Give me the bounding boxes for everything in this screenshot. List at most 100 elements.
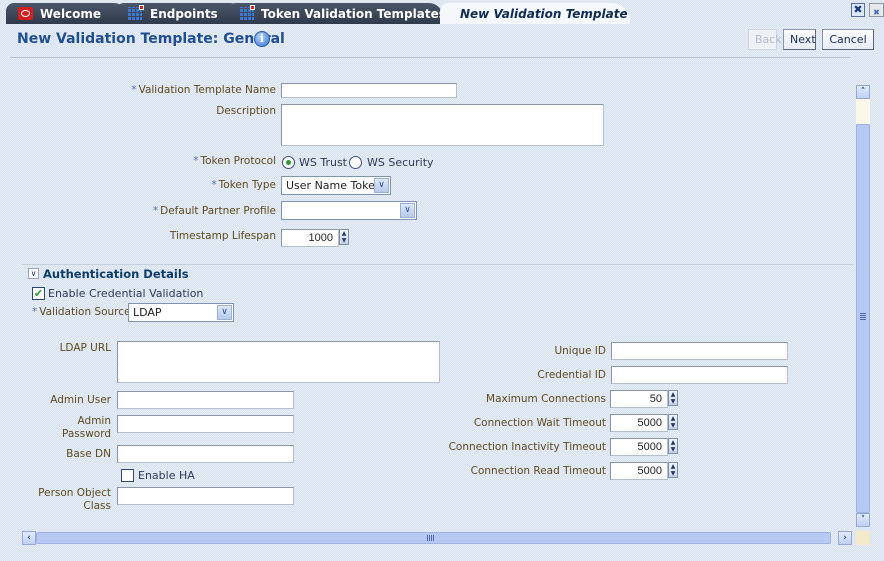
ws-trust-radio[interactable]	[282, 156, 295, 169]
cancel-button[interactable]: Cancel	[822, 29, 874, 50]
tab-label: New Validation Template	[460, 6, 628, 21]
scroll-left-button[interactable]: ‹	[22, 531, 36, 545]
chevron-down-icon[interactable]: ∨	[400, 203, 415, 218]
spin-up-icon[interactable]: ▲	[669, 439, 677, 446]
partner-profile-select[interactable]: ∨	[281, 201, 417, 220]
person-object-class-label: Person Object Class	[38, 487, 111, 513]
spin-down-icon[interactable]: ▼	[669, 446, 677, 453]
label-text: Admin	[77, 415, 111, 427]
max-connections-label: Maximum Connections	[486, 393, 606, 405]
section-title-authentication: Authentication Details	[43, 267, 189, 281]
label-text: Class	[83, 500, 111, 512]
enable-credential-validation-label: Enable Credential Validation	[48, 287, 204, 300]
required-icon: *	[193, 155, 199, 167]
tab-welcome[interactable]: Welcome	[6, 3, 128, 24]
label-text: Person Object	[38, 487, 111, 499]
spin-down-icon[interactable]: ▼	[340, 237, 348, 244]
admin-password-label: Admin Password	[62, 415, 111, 441]
close-all-icon[interactable]: ✖	[869, 3, 884, 17]
person-object-class-input[interactable]	[117, 487, 294, 505]
scroll-down-button[interactable]: ˅	[856, 513, 870, 527]
close-tab-icon[interactable]: ✖	[851, 3, 865, 17]
tab-bar: Welcome Endpoints Token Validation Templ…	[0, 0, 884, 24]
admin-password-input[interactable]	[117, 415, 294, 433]
credential-id-input[interactable]	[611, 366, 788, 384]
token-type-label: * Token Type	[211, 179, 276, 191]
ldap-url-input[interactable]	[117, 341, 440, 383]
info-icon[interactable]: i	[254, 31, 270, 47]
scroll-right-button[interactable]: ›	[838, 531, 852, 545]
ws-security-label: WS Security	[367, 156, 434, 169]
header-divider	[10, 57, 850, 58]
enable-ha-checkbox[interactable]	[121, 469, 134, 482]
grid-icon	[240, 4, 255, 21]
max-connections-spinner[interactable]: ▲ ▼	[668, 390, 678, 406]
tab-label: Token Validation Templates	[261, 6, 446, 21]
token-type-select[interactable]: User Name Token ∨	[281, 176, 391, 195]
grip-icon	[860, 313, 866, 320]
scrollbar-corner	[856, 531, 870, 545]
base-dn-input[interactable]	[117, 445, 294, 463]
enable-ha-label: Enable HA	[138, 469, 195, 482]
spin-up-icon[interactable]: ▲	[669, 415, 677, 422]
read-timeout-spinner[interactable]: ▲ ▼	[668, 462, 678, 478]
spin-down-icon[interactable]: ▼	[669, 398, 677, 405]
grip-icon	[427, 535, 434, 541]
ws-security-radio[interactable]	[349, 156, 362, 169]
vertical-scrollbar-thumb[interactable]	[856, 124, 870, 513]
next-button[interactable]: Next	[783, 29, 816, 50]
credential-id-label: Credential ID	[537, 369, 606, 381]
spin-down-icon[interactable]: ▼	[669, 470, 677, 477]
base-dn-label: Base DN	[66, 448, 111, 460]
required-icon: *	[32, 306, 38, 318]
ws-trust-label: WS Trust	[299, 156, 347, 169]
token-protocol-label: * Token Protocol	[193, 155, 276, 167]
chevron-down-icon[interactable]: ∨	[374, 178, 389, 193]
tab-new-validation-template[interactable]: New Validation Template	[440, 3, 630, 24]
label-text: Password	[61, 428, 111, 440]
partner-profile-label: * Default Partner Profile	[153, 205, 276, 217]
spin-up-icon[interactable]: ▲	[669, 463, 677, 470]
label-text: Validation Template Name	[138, 84, 276, 96]
token-type-value: User Name Token	[286, 179, 382, 192]
timestamp-lifespan-input[interactable]	[281, 229, 339, 247]
validation-source-select[interactable]: LDAP ∨	[128, 303, 234, 322]
label-text: Token Protocol	[200, 155, 276, 167]
description-label: Description	[216, 105, 276, 117]
section-divider	[22, 264, 853, 265]
ldap-url-label: LDAP URL	[59, 342, 111, 354]
read-timeout-input[interactable]	[610, 462, 668, 480]
template-name-label: * Validation Template Name	[131, 84, 276, 96]
required-icon: *	[131, 84, 137, 96]
admin-user-input[interactable]	[117, 391, 294, 409]
validation-source-label: * Validation Source	[32, 306, 131, 318]
tab-endpoints[interactable]: Endpoints	[116, 3, 244, 24]
spin-up-icon[interactable]: ▲	[340, 230, 348, 237]
description-input[interactable]	[281, 104, 604, 146]
vertical-scroll-track[interactable]	[856, 99, 870, 124]
chevron-down-icon[interactable]: ∨	[217, 305, 232, 320]
wait-timeout-input[interactable]	[610, 414, 668, 432]
enable-credential-validation-checkbox[interactable]: ✔	[32, 287, 45, 300]
spin-up-icon[interactable]: ▲	[669, 391, 677, 398]
page-title: New Validation Template: General	[17, 31, 285, 47]
label-text: Token Type	[218, 179, 276, 191]
required-icon: *	[211, 179, 217, 191]
template-name-input[interactable]	[281, 83, 457, 98]
tab-token-validation-templates[interactable]: Token Validation Templates	[228, 3, 446, 24]
collapse-icon[interactable]: ∨	[28, 268, 39, 279]
unique-id-input[interactable]	[611, 342, 788, 360]
label-text: Validation Source	[39, 306, 131, 318]
unique-id-label: Unique ID	[554, 345, 606, 357]
horizontal-scrollbar-thumb[interactable]	[36, 532, 831, 544]
scroll-up-button[interactable]: ˄	[856, 85, 870, 99]
wait-timeout-spinner[interactable]: ▲ ▼	[668, 414, 678, 430]
inactivity-timeout-spinner[interactable]: ▲ ▼	[668, 438, 678, 454]
inactivity-timeout-label: Connection Inactivity Timeout	[448, 441, 606, 453]
inactivity-timeout-input[interactable]	[610, 438, 668, 456]
timestamp-spinner[interactable]: ▲ ▼	[339, 229, 349, 245]
tab-label: Welcome	[40, 6, 102, 21]
max-connections-input[interactable]	[610, 390, 668, 408]
spin-down-icon[interactable]: ▼	[669, 422, 677, 429]
back-button[interactable]: Back	[748, 29, 782, 50]
